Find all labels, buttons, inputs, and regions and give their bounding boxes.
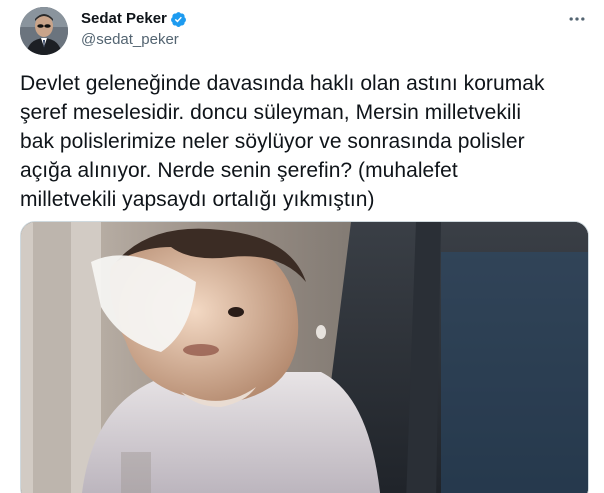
tweet-card: Sedat Peker @sedat_peker Devlet geleneği…: [0, 0, 604, 493]
tweet-text: Devlet geleneğinde davasında haklı olan …: [20, 72, 545, 211]
author-handle[interactable]: @sedat_peker: [81, 30, 179, 50]
more-horizontal-icon: [569, 17, 585, 21]
verified-badge-icon: [170, 11, 186, 27]
tweet-video-thumbnail[interactable]: [20, 221, 589, 493]
avatar-photo-icon: [20, 7, 68, 55]
video-frame-image-icon: [21, 222, 588, 493]
author-name-row[interactable]: Sedat Peker: [81, 9, 187, 29]
author-display-name[interactable]: Sedat Peker: [81, 9, 167, 29]
author-avatar[interactable]: [20, 7, 68, 55]
more-options-button[interactable]: [566, 8, 588, 30]
